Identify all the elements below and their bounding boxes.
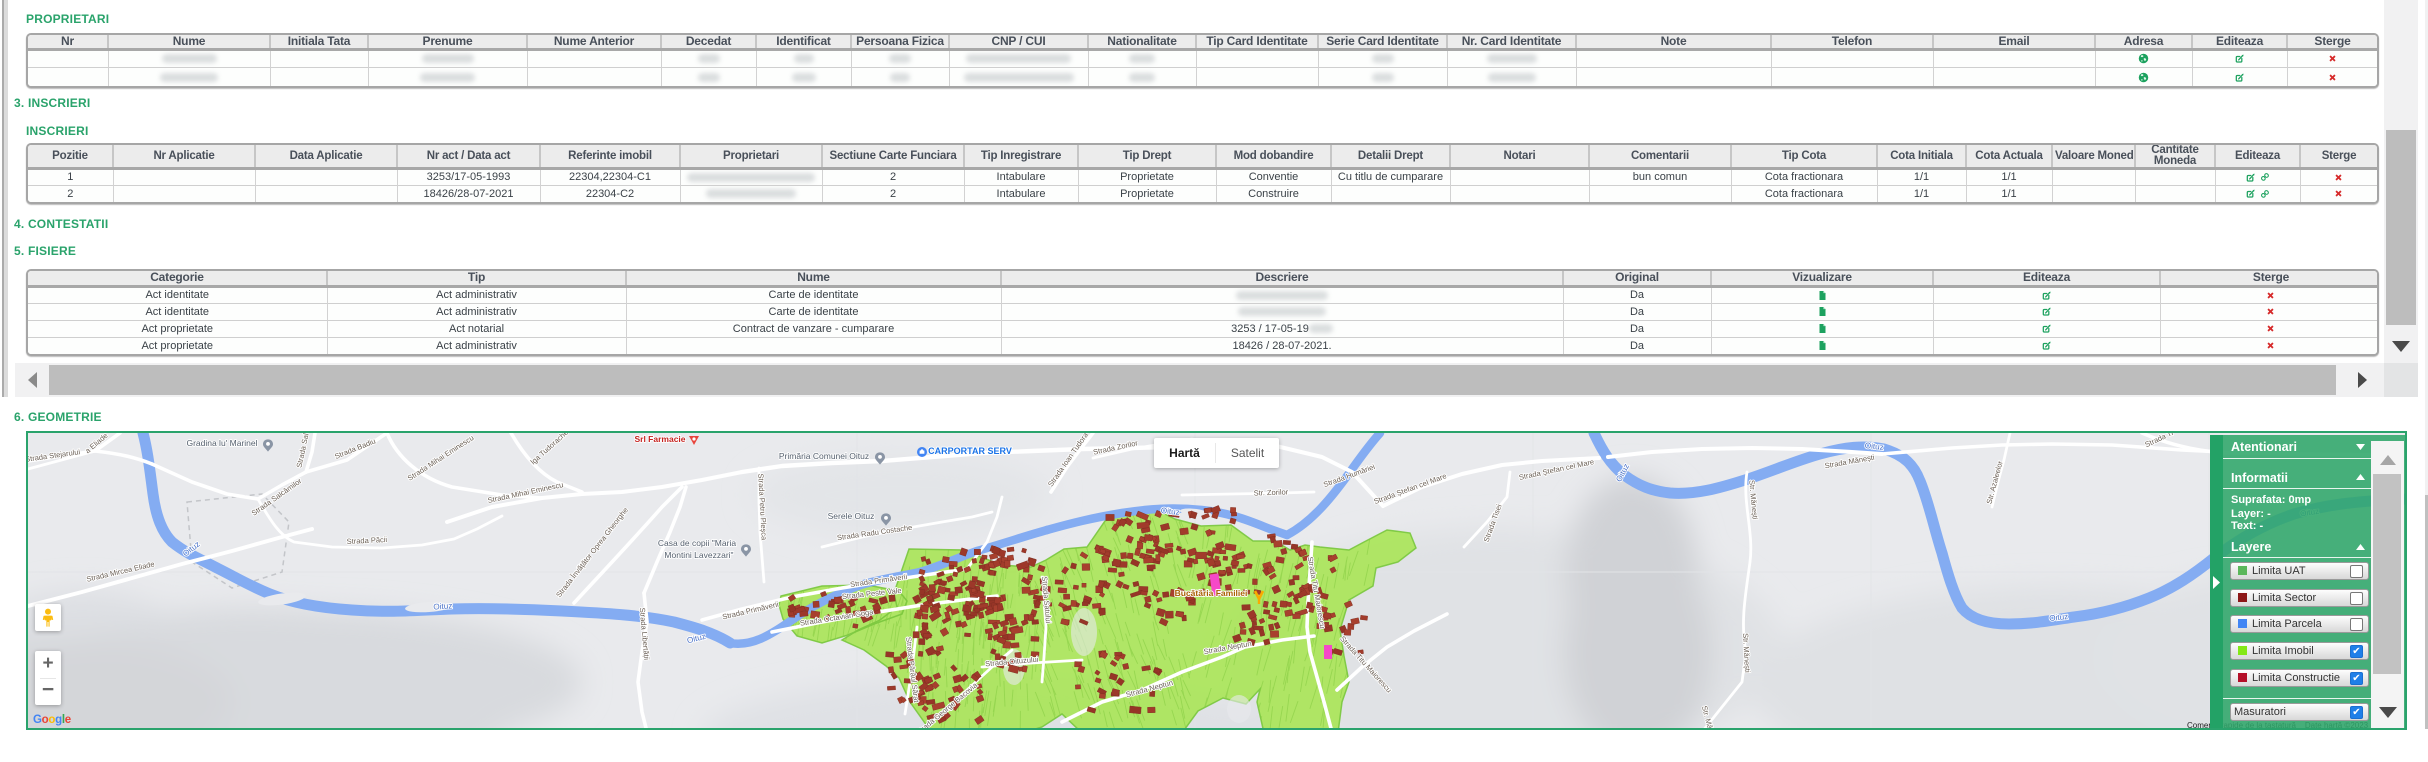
svg-text:CARPORTAR SERV: CARPORTAR SERV bbox=[928, 446, 1012, 456]
svg-text:Bucătăria Familiei: Bucătăria Familiei bbox=[1175, 588, 1248, 598]
svg-text:Montini Lavezzari": Montini Lavezzari" bbox=[664, 550, 733, 560]
svg-text:Str. Zorilor: Str. Zorilor bbox=[1253, 487, 1288, 497]
svg-text:Srl Farmacie: Srl Farmacie bbox=[634, 434, 685, 444]
svg-text:Gradina lu' Marinel: Gradina lu' Marinel bbox=[186, 438, 257, 448]
svg-text:Casa de copii "Maria: Casa de copii "Maria bbox=[658, 538, 736, 548]
svg-text:Oituz: Oituz bbox=[433, 601, 453, 611]
svg-text:Primăria Comunei Oituz: Primăria Comunei Oituz bbox=[779, 451, 869, 461]
svg-text:Serele Oituz: Serele Oituz bbox=[828, 511, 875, 521]
